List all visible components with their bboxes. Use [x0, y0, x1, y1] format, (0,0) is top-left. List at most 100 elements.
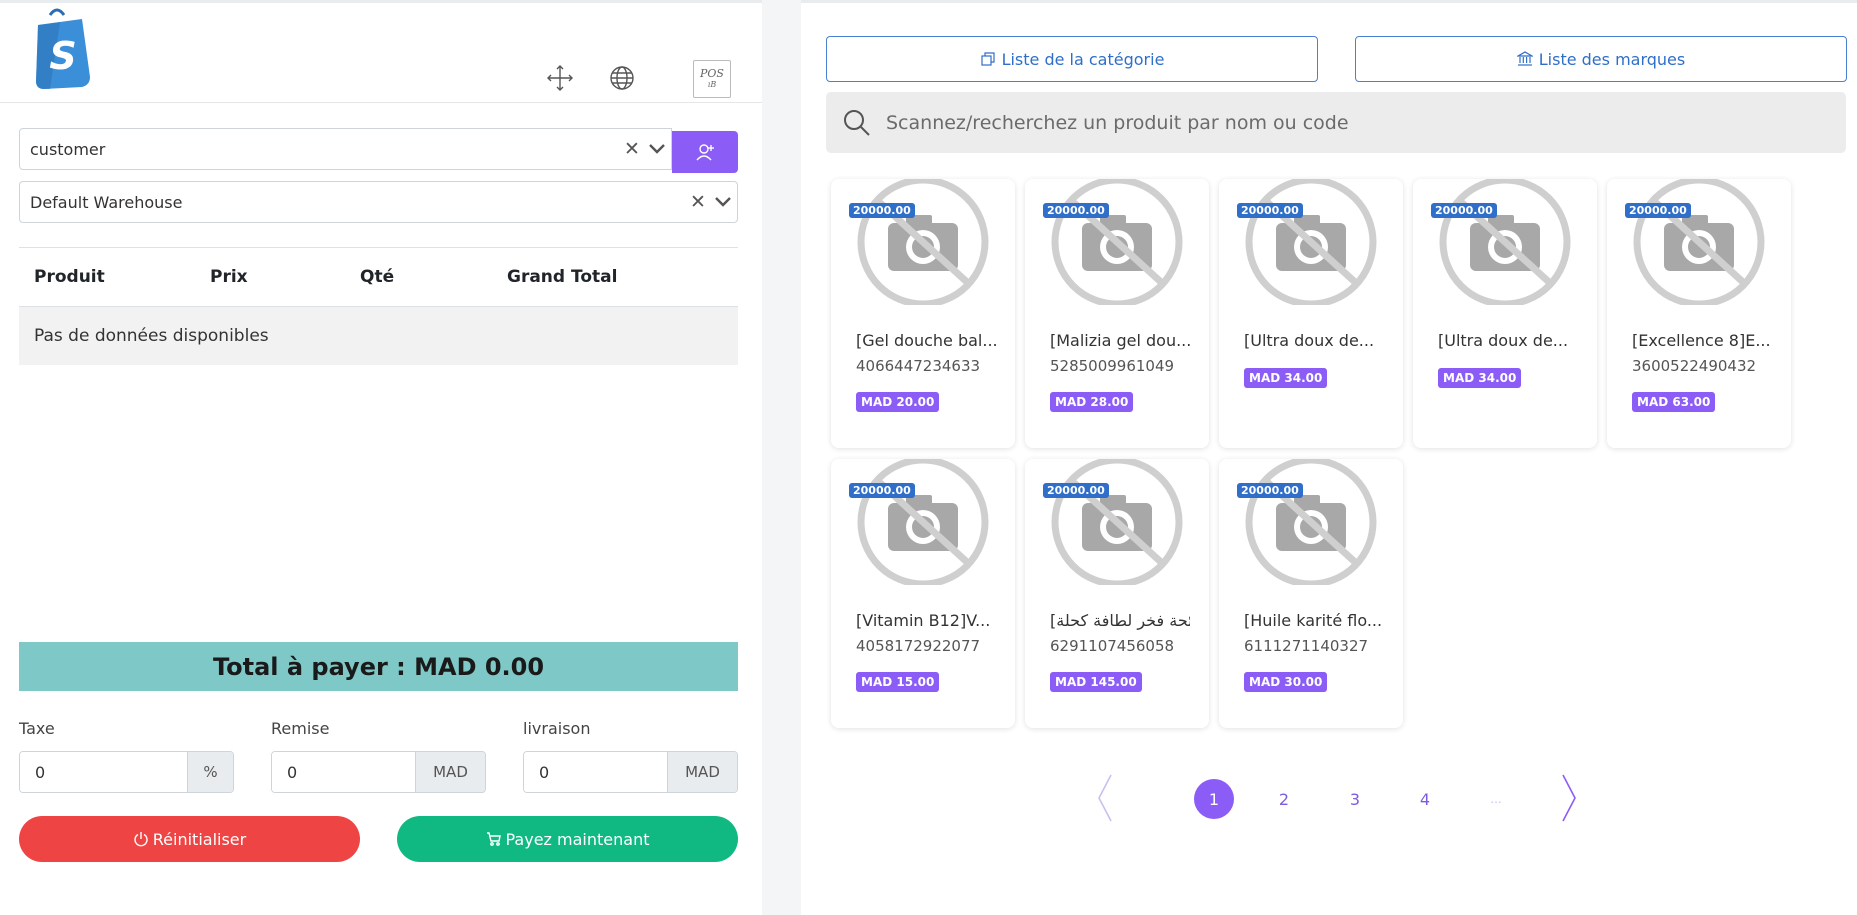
add-customer-button[interactable] — [672, 131, 738, 173]
product-card[interactable]: 20000.00 [رائحة فخر لطافة كحلة... 62911074… — [1025, 456, 1209, 728]
shipping-field: MAD — [523, 751, 738, 793]
next-page-icon[interactable] — [1559, 773, 1579, 823]
stock-badge: 20000.00 — [1625, 203, 1691, 218]
cart-table: Produit Prix Qté Grand Total Pas de donn… — [19, 247, 738, 365]
product-code: 3600522490432 — [1632, 357, 1757, 375]
discount-field: MAD — [271, 751, 486, 793]
price-badge: MAD 15.00 — [856, 672, 940, 692]
page-button[interactable]: 3 — [1335, 779, 1375, 819]
no-image-icon — [1630, 176, 1768, 308]
no-image-icon — [1436, 176, 1574, 308]
product-name: [Excellence 8]E... — [1632, 331, 1771, 350]
pos-icon-sublabel: ıB — [707, 80, 717, 89]
price-badge: MAD 145.00 — [1050, 672, 1142, 692]
cart-icon — [486, 832, 501, 846]
price-badge: MAD 30.00 — [1244, 672, 1328, 692]
product-name: [Gel douche bal... — [856, 331, 996, 350]
shop-logo[interactable]: S — [30, 7, 96, 91]
top-bar: S POS ıB — [0, 3, 762, 103]
no-image-icon — [854, 456, 992, 588]
stock-badge: 20000.00 — [1043, 483, 1109, 498]
bank-icon — [1516, 51, 1533, 66]
chevron-down-icon[interactable] — [643, 140, 671, 159]
column-header: Grand Total — [507, 267, 618, 287]
product-code: 5285009961049 — [1050, 357, 1175, 375]
shipping-label: livraison — [523, 719, 591, 738]
stock-badge: 20000.00 — [1431, 203, 1497, 218]
product-name: [Vitamin B12]V... — [856, 611, 991, 630]
add-user-icon — [696, 144, 714, 161]
previous-page-icon[interactable] — [1095, 773, 1115, 823]
stock-badge: 20000.00 — [1043, 203, 1109, 218]
product-card[interactable]: 20000.00 [Vitamin B12]V... 4058172922077 MA… — [831, 456, 1015, 728]
shipping-unit: MAD — [667, 752, 737, 792]
price-badge: MAD 34.00 — [1438, 368, 1522, 388]
product-code: 6291107456058 — [1050, 637, 1175, 655]
customer-select-value: customer — [30, 139, 106, 159]
product-code: 4058172922077 — [856, 637, 981, 655]
product-code: 4066447234633 — [856, 357, 981, 375]
column-header: Qté — [360, 267, 395, 287]
product-name: [Ultra doux de... — [1438, 331, 1569, 350]
price-badge: MAD 34.00 — [1244, 368, 1328, 388]
stock-badge: 20000.00 — [1237, 203, 1303, 218]
customer-select[interactable]: customer ✕ — [19, 128, 672, 170]
empty-cart-message: Pas de données disponibles — [19, 307, 738, 365]
fullscreen-icon[interactable] — [545, 63, 575, 93]
warehouse-select-value: Default Warehouse — [30, 192, 183, 212]
stock-badge: 20000.00 — [849, 483, 915, 498]
pay-now-button-label: Payez maintenant — [505, 829, 650, 849]
reset-button-label: Réinitialiser — [152, 829, 247, 849]
pagination: 1 2 3 4 ... — [801, 773, 1857, 823]
brand-list-button[interactable]: Liste des marques — [1355, 36, 1847, 82]
search-icon — [844, 109, 870, 136]
product-card[interactable]: 20000.00 [Gel douche bal... 4066447234633 M… — [831, 176, 1015, 448]
pos-icon-label: POS — [700, 67, 724, 80]
price-badge: MAD 20.00 — [856, 392, 940, 412]
column-header: Produit — [34, 267, 105, 287]
no-image-icon — [1048, 456, 1186, 588]
product-search-input[interactable] — [886, 111, 1846, 134]
reset-button[interactable]: Réinitialiser — [19, 816, 360, 862]
product-panel: Liste de la catégorie Liste des marques … — [801, 0, 1857, 915]
page-button[interactable]: 1 — [1194, 779, 1234, 819]
category-list-label: Liste de la catégorie — [1001, 49, 1165, 69]
page-button[interactable]: 4 — [1405, 779, 1445, 819]
pay-now-button[interactable]: Payez maintenant — [397, 816, 738, 862]
product-card[interactable]: 20000.00 [Malizia gel dou... 5285009961049… — [1025, 176, 1209, 448]
no-image-icon — [1048, 176, 1186, 308]
copy-icon — [980, 52, 995, 66]
brand-list-label: Liste des marques — [1538, 49, 1686, 69]
total-to-pay: Total à payer : MAD 0.00 — [19, 642, 738, 691]
warehouse-select[interactable]: Default Warehouse ✕ — [19, 181, 738, 223]
globe-icon[interactable] — [607, 63, 637, 93]
product-name: [Malizia gel dou... — [1050, 331, 1190, 350]
clear-icon[interactable]: ✕ — [621, 138, 643, 160]
tax-field: % — [19, 751, 234, 793]
tax-label: Taxe — [19, 719, 55, 738]
cart-panel: S POS ıB customer ✕ Default Warehouse ✕ … — [0, 0, 762, 915]
page-button[interactable]: 2 — [1264, 779, 1304, 819]
discount-label: Remise — [271, 719, 330, 738]
stock-badge: 20000.00 — [1237, 483, 1303, 498]
clear-icon[interactable]: ✕ — [687, 191, 709, 213]
product-name: [Ultra doux de... — [1244, 331, 1375, 350]
no-image-icon — [1242, 176, 1380, 308]
chevron-down-icon[interactable] — [709, 193, 737, 212]
shipping-input[interactable] — [524, 752, 667, 792]
tax-unit: % — [187, 752, 233, 792]
power-icon — [134, 832, 148, 847]
category-list-button[interactable]: Liste de la catégorie — [826, 36, 1318, 82]
discount-unit: MAD — [415, 752, 485, 792]
price-badge: MAD 28.00 — [1050, 392, 1134, 412]
discount-input[interactable] — [272, 752, 415, 792]
product-search — [826, 92, 1846, 153]
product-card[interactable]: 20000.00 [Ultra doux de... MAD 34.00 — [1219, 176, 1403, 448]
svg-text:S: S — [49, 34, 76, 78]
product-card[interactable]: 20000.00 [Huile karité flo... 611127114032… — [1219, 456, 1403, 728]
tax-input[interactable] — [20, 752, 187, 792]
product-card[interactable]: 20000.00 [Ultra doux de... MAD 34.00 — [1413, 176, 1597, 448]
pos-icon[interactable]: POS ıB — [693, 60, 731, 98]
price-badge: MAD 63.00 — [1632, 392, 1716, 412]
product-card[interactable]: 20000.00 [Excellence 8]E... 3600522490432 M… — [1607, 176, 1791, 448]
